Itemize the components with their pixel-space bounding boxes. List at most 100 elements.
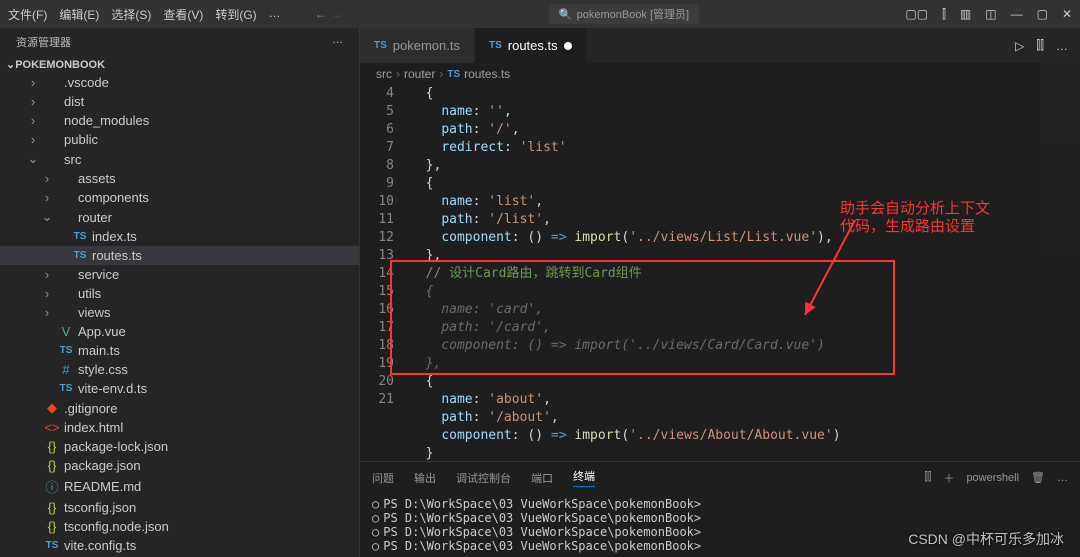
code-lines[interactable]: { name: '', path: '/', redirect: 'list' … [410, 85, 1080, 461]
panel-tab-端口[interactable]: 端口 [531, 470, 553, 486]
panel-tab-终端[interactable]: 终端 [573, 468, 595, 487]
ts-icon: TS [447, 69, 460, 80]
layout2-icon[interactable]: ▥ [960, 7, 971, 21]
chevron-icon: › [26, 94, 40, 109]
tree-item-views[interactable]: ›views [0, 303, 359, 322]
breadcrumb-item[interactable]: routes.ts [464, 67, 510, 81]
tree-item-router[interactable]: ⌄router [0, 207, 359, 227]
file-icon: ◆ [44, 400, 60, 416]
menu-file[interactable]: 文件(F) [8, 6, 47, 23]
file-name: service [78, 267, 119, 282]
tab-pokemon.ts[interactable]: TSpokemon.ts [360, 28, 475, 63]
menu-more[interactable]: … [269, 6, 281, 23]
panel-split-icon[interactable]: ⫿⫿ [924, 471, 931, 484]
file-name: router [78, 210, 112, 225]
nav-forward-icon[interactable]: → [331, 7, 343, 21]
close-icon[interactable]: ✕ [1062, 7, 1072, 21]
tree-item-node_modules[interactable]: ›node_modules [0, 111, 359, 130]
tree-item-routes.ts[interactable]: TSroutes.ts [0, 246, 359, 265]
tree-item-App.vue[interactable]: VApp.vue [0, 322, 359, 341]
tree-item-service[interactable]: › service [0, 265, 359, 284]
file-name: package.json [64, 458, 141, 473]
explorer-more-icon[interactable]: … [332, 34, 343, 50]
search-text: pokemonBook [管理员] [577, 6, 690, 22]
bottom-panel: 问题 输出 调试控制台 端口 终端 ⫿⫿ ＋ powershell 🗑 … ○ PS D:… [360, 461, 1080, 557]
tree-item-vite-env.d.ts[interactable]: TSvite-env.d.ts [0, 379, 359, 398]
tree-item-style.css[interactable]: #style.css [0, 360, 359, 379]
panel-tab-调试控制台[interactable]: 调试控制台 [456, 470, 511, 486]
file-name: index.html [64, 420, 123, 435]
tree-item-assets[interactable]: ›assets [0, 169, 359, 188]
code-editor[interactable]: 456789101112131415161718192021 { name: '… [360, 85, 1080, 461]
panel-tab-问题[interactable]: 问题 [372, 470, 394, 486]
prompt-icon: ○ [372, 525, 379, 539]
breadcrumb-item[interactable]: src [376, 67, 392, 81]
file-icon: ⓘ [44, 477, 60, 496]
minimap[interactable] [1040, 63, 1080, 323]
layout-icon[interactable]: ▢▢ [905, 7, 928, 21]
breadcrumb-item[interactable]: router [404, 67, 435, 81]
tree-item-main.ts[interactable]: TSmain.ts [0, 341, 359, 360]
customize-icon[interactable]: ◫ [985, 7, 996, 21]
project-root[interactable]: ⌄ POKEMONBOOK [0, 56, 359, 73]
file-icon: {} [44, 519, 60, 534]
file-icon: # [58, 362, 74, 377]
prompt-icon: ○ [372, 539, 379, 553]
panel-tabs: 问题 输出 调试控制台 端口 终端 ⫿⫿ ＋ powershell 🗑 … [360, 462, 1080, 493]
panel-toggle-icon[interactable]: ⫿ [942, 7, 946, 22]
menu-view[interactable]: 查看(V) [163, 6, 203, 23]
tree-item-utils[interactable]: ›utils [0, 284, 359, 303]
command-center[interactable]: 🔍 pokemonBook [管理员] [549, 4, 699, 24]
tree-item-.gitignore[interactable]: ◆ .gitignore [0, 398, 359, 418]
annotation-text: 助手会自动分析上下文 代码，生成路由设置 [840, 200, 990, 236]
menu-select[interactable]: 选择(S) [111, 6, 151, 23]
tree-item-components[interactable]: › components [0, 188, 359, 207]
tree-item-dist[interactable]: ›dist [0, 92, 359, 111]
file-name: components [78, 190, 149, 205]
panel-tab-输出[interactable]: 输出 [414, 470, 436, 486]
breadcrumb[interactable]: src › router › TS routes.ts [360, 63, 1080, 85]
menu-edit[interactable]: 编辑(E) [59, 6, 99, 23]
maximize-icon[interactable]: ▢ [1037, 7, 1048, 21]
search-icon: 🔍 [559, 8, 573, 21]
chevron-icon: › [40, 190, 54, 205]
terminal-line: PS D:\WorkSpace\03 VueWorkSpace\pokemonB… [383, 511, 701, 525]
trash-icon[interactable]: 🗑 [1031, 471, 1045, 484]
tab-more-icon[interactable]: … [1056, 39, 1068, 53]
terminal-line: PS D:\WorkSpace\03 VueWorkSpace\pokemonB… [383, 539, 701, 553]
chevron-down-icon: ⌄ [6, 58, 15, 71]
run-icon[interactable]: ▷ [1015, 39, 1024, 53]
menu-goto[interactable]: 转到(G) [215, 6, 256, 23]
panel-more-icon[interactable]: … [1057, 472, 1068, 484]
chevron-icon: › [26, 113, 40, 128]
file-icon: TS [58, 345, 74, 356]
tree-item-.vscode[interactable]: ›.vscode [0, 73, 359, 92]
file-icon: <> [44, 420, 60, 435]
chevron-icon: › [40, 267, 54, 282]
split-editor-icon[interactable]: ⫿⫿ [1036, 38, 1044, 53]
file-name: App.vue [78, 324, 126, 339]
terminal[interactable]: ○ PS D:\WorkSpace\03 VueWorkSpace\pokemon… [360, 493, 1080, 557]
file-name: public [64, 132, 98, 147]
tree-item-index.html[interactable]: <> index.html [0, 418, 359, 437]
tree-item-tsconfig.node.json[interactable]: {}tsconfig.node.json [0, 517, 359, 536]
panel-new-icon[interactable]: ＋ [943, 470, 954, 486]
nav-back-icon[interactable]: ← [315, 7, 327, 21]
tree-item-src[interactable]: ⌄src [0, 149, 359, 169]
file-icon: TS [72, 250, 88, 261]
terminal-shell[interactable]: powershell [966, 472, 1019, 484]
file-name: .gitignore [64, 401, 117, 416]
tree-item-index.ts[interactable]: TSindex.ts [0, 227, 359, 246]
minimize-icon[interactable]: — [1011, 7, 1023, 21]
chevron-icon: ⌄ [26, 151, 40, 167]
tree-item-package.json[interactable]: {}package.json [0, 456, 359, 475]
chevron-icon: › [40, 305, 54, 320]
tree-item-vite.config.ts[interactable]: TSvite.config.ts [0, 536, 359, 555]
project-name: POKEMONBOOK [15, 59, 105, 71]
file-icon: TS [44, 540, 60, 551]
tree-item-README.md[interactable]: ⓘREADME.md [0, 475, 359, 498]
tree-item-package-lock.json[interactable]: {}package-lock.json [0, 437, 359, 456]
tab-routes.ts[interactable]: TSroutes.ts [475, 28, 587, 63]
tree-item-tsconfig.json[interactable]: {}tsconfig.json [0, 498, 359, 517]
tree-item-public[interactable]: ›public [0, 130, 359, 149]
